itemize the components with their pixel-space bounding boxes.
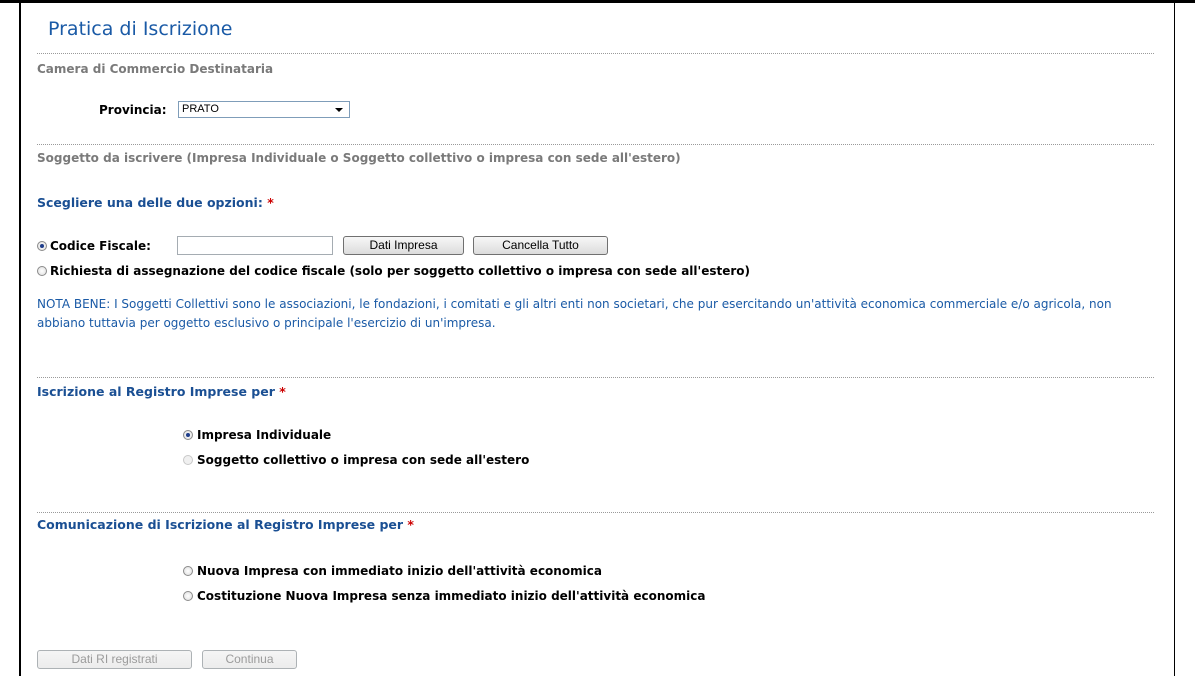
required-mark: * (407, 517, 414, 532)
choose-option-text: Scegliere una delle due opzioni: (37, 195, 263, 210)
dati-impresa-button[interactable]: Dati Impresa (343, 236, 464, 255)
richiesta-codice-radio[interactable] (37, 266, 47, 276)
costituzione-impresa-label: Costituzione Nuova Impresa senza immedia… (197, 589, 706, 603)
dati-ri-registrati-button[interactable]: Dati RI registrati (37, 650, 192, 669)
codice-fiscale-label: Codice Fiscale: (50, 239, 151, 253)
codice-fiscale-radio[interactable] (37, 241, 47, 251)
provincia-label: Provincia: (99, 103, 167, 117)
nuova-impresa-label: Nuova Impresa con immediato inizio dell'… (197, 564, 602, 578)
costituzione-impresa-radio[interactable] (183, 591, 193, 601)
comunicazione-heading: Comunicazione di Iscrizione al Registro … (37, 517, 414, 532)
impresa-individuale-radio[interactable] (183, 430, 193, 440)
nuova-impresa-radio[interactable] (183, 566, 193, 576)
chevron-down-icon (335, 108, 343, 112)
soggetto-collettivo-radio[interactable] (183, 455, 193, 465)
choose-option-label: Scegliere una delle due opzioni: * (37, 195, 274, 210)
comunicazione-heading-text: Comunicazione di Iscrizione al Registro … (37, 517, 404, 532)
required-mark: * (267, 195, 274, 210)
required-mark: * (279, 384, 286, 399)
codice-fiscale-input[interactable] (177, 236, 333, 255)
right-border (1174, 3, 1175, 676)
soggetto-heading: Soggetto da iscrivere (Impresa Individua… (37, 151, 681, 165)
cancella-tutto-button[interactable]: Cancella Tutto (473, 236, 608, 255)
divider (37, 512, 1154, 513)
page-title: Pratica di Iscrizione (48, 18, 233, 40)
continua-button[interactable]: Continua (202, 650, 297, 669)
divider (37, 377, 1154, 378)
iscrizione-heading: Iscrizione al Registro Imprese per * (37, 384, 286, 399)
provincia-select[interactable]: PRATO (178, 101, 350, 118)
nota-bene-text: NOTA BENE: I Soggetti Collettivi sono le… (37, 297, 1112, 330)
iscrizione-heading-text: Iscrizione al Registro Imprese per (37, 384, 275, 399)
divider (37, 53, 1154, 54)
divider (37, 144, 1154, 145)
camera-heading: Camera di Commercio Destinataria (37, 62, 274, 76)
impresa-individuale-label: Impresa Individuale (197, 428, 332, 442)
provincia-value: PRATO (182, 103, 219, 115)
richiesta-codice-label: Richiesta di assegnazione del codice fis… (50, 264, 750, 278)
soggetto-collettivo-label: Soggetto collettivo o impresa con sede a… (197, 453, 530, 467)
left-border (19, 3, 21, 676)
